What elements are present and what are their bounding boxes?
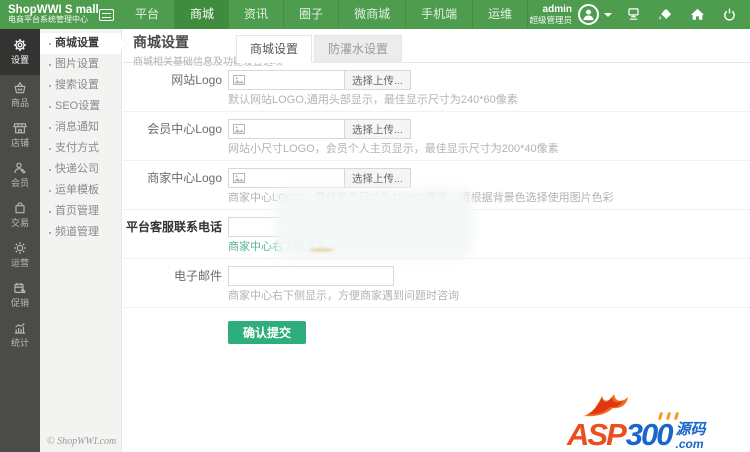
top-nav: 平台商城资讯圈子微商城手机端运维: [120, 0, 528, 29]
submenu-item-3[interactable]: 搜索设置: [40, 75, 121, 96]
user-area: admin 超级管理员: [529, 4, 750, 25]
image-placeholder-icon: [233, 173, 245, 183]
workstation-icon[interactable]: [626, 7, 641, 22]
submenu-item-6[interactable]: 支付方式: [40, 138, 121, 159]
email-input[interactable]: [228, 266, 394, 286]
member-center-logo-input[interactable]: [228, 119, 345, 139]
submenu-item-2[interactable]: 图片设置: [40, 54, 121, 75]
nav-item-5[interactable]: 微商城: [339, 0, 406, 29]
nav-item-2[interactable]: 商城: [175, 0, 229, 29]
brand-subtitle: 电商平台系统管理中心: [8, 16, 97, 24]
submenu-item-5[interactable]: 消息通知: [40, 117, 121, 138]
member-icon: [13, 161, 27, 175]
field-help: 网站小尺寸LOGO，会员个人主页显示，最佳显示尺寸为200*40像素: [228, 143, 559, 156]
form-row-member-center-logo: 会员中心Logo 选择上传... 网站小尺寸LOGO，会员个人主页显示，最佳显示尺寸…: [123, 112, 750, 161]
sidebar-item-promotion[interactable]: 促销: [0, 275, 40, 315]
submenu-list: 商城设置图片设置搜索设置SEO设置消息通知支付方式快递公司运单模板首页管理频道管…: [40, 29, 121, 243]
tab-mall-settings[interactable]: 商城设置: [236, 35, 312, 63]
gear-icon: [13, 38, 27, 52]
submenu-item-9[interactable]: 首页管理: [40, 201, 121, 222]
nav-item-6[interactable]: 手机端: [406, 0, 473, 29]
nav-item-4[interactable]: 圈子: [284, 0, 339, 29]
submenu-panel: 商城设置图片设置搜索设置SEO设置消息通知支付方式快递公司运单模板首页管理频道管…: [40, 29, 122, 452]
home-icon[interactable]: [690, 7, 705, 22]
operate-icon: [13, 241, 27, 255]
user-text: admin 超级管理员: [529, 4, 572, 25]
topbar-icon-group: [626, 7, 737, 22]
topbar: ShopWWI S mall 电商平台系统管理中心 平台商城资讯圈子微商城手机端…: [0, 0, 750, 29]
user-name: admin: [529, 4, 572, 15]
submit-button[interactable]: 确认提交: [228, 321, 306, 344]
sidebar-item-store[interactable]: 店铺: [0, 115, 40, 155]
sidebar-item-label: 店铺: [11, 136, 29, 149]
stats-icon: [13, 321, 27, 335]
content-header: 商城设置 商城相关基础信息及功能设置选项 商城设置 防灌水设置: [123, 29, 750, 63]
settings-form: 网站Logo 选择上传... 默认网站LOGO,通用头部显示，最佳显示尺寸为240*…: [123, 63, 750, 308]
form-row-service-phone: 平台客服联系电话商家中心右下侧显示: [123, 210, 750, 259]
submit-row: 确认提交: [123, 308, 750, 344]
site-logo-input[interactable]: [228, 70, 345, 90]
field-label: 平台客服联系电话: [123, 217, 222, 254]
sidebar-item-label: 促销: [11, 296, 29, 309]
seller-center-logo-upload-button[interactable]: 选择上传...: [345, 168, 411, 188]
nav-item-3[interactable]: 资讯: [229, 0, 284, 29]
sidebar-item-label: 统计: [11, 336, 29, 349]
promotion-icon: [13, 281, 27, 295]
goods-icon: [13, 81, 27, 95]
store-icon: [13, 121, 27, 135]
form-row-email: 电子邮件商家中心右下侧显示，方便商家遇到问题时咨询: [123, 259, 750, 308]
chevron-down-icon: [604, 13, 612, 21]
sidebar-item-label: 交易: [11, 216, 29, 229]
service-phone-input[interactable]: [228, 217, 394, 237]
page-title: 商城设置: [133, 29, 750, 52]
paint-bucket-icon[interactable]: [658, 7, 673, 22]
main-content: 商城设置 商城相关基础信息及功能设置选项 商城设置 防灌水设置 网站Logo 选择…: [123, 29, 750, 452]
tab-antiflood-settings[interactable]: 防灌水设置: [314, 35, 402, 63]
field-label: 网站Logo: [123, 70, 222, 107]
sidebar-item-label: 商品: [11, 96, 29, 109]
nav-item-1[interactable]: 平台: [120, 0, 175, 29]
submenu-item-8[interactable]: 运单模板: [40, 180, 121, 201]
sidebar-item-trade[interactable]: 交易: [0, 195, 40, 235]
page-subtitle: 商城相关基础信息及功能设置选项: [133, 53, 750, 68]
admin-window: ShopWWI S mall 电商平台系统管理中心 平台商城资讯圈子微商城手机端…: [0, 0, 750, 452]
sidebar-item-label: 设置: [11, 53, 29, 66]
nav-item-7[interactable]: 运维: [473, 0, 528, 29]
member-center-logo-upload-button[interactable]: 选择上传...: [345, 119, 411, 139]
user-role: 超级管理员: [529, 15, 572, 25]
field-help: 默认网站LOGO,通用头部显示，最佳显示尺寸为240*60像素: [228, 94, 518, 107]
field-help: 商家中心右下侧显示，方便商家遇到问题时咨询: [228, 290, 459, 303]
sidebar-item-stats[interactable]: 统计: [0, 315, 40, 355]
sidebar: 设置商品店铺会员交易运营促销统计: [0, 29, 40, 452]
menu-toggle-icon[interactable]: [99, 9, 114, 21]
copyright-text: © ShopWWI.com: [47, 436, 116, 447]
submenu-item-10[interactable]: 频道管理: [40, 222, 121, 243]
site-logo-upload-button[interactable]: 选择上传...: [345, 70, 411, 90]
field-label: 商家中心Logo: [123, 168, 222, 205]
brand-logo[interactable]: ShopWWI S mall 电商平台系统管理中心: [0, 4, 97, 24]
image-placeholder-icon: [233, 124, 245, 134]
submenu-item-7[interactable]: 快递公司: [40, 159, 121, 180]
image-placeholder-icon: [233, 75, 245, 85]
field-label: 电子邮件: [123, 266, 222, 303]
form-row-site-logo: 网站Logo 选择上传... 默认网站LOGO,通用头部显示，最佳显示尺寸为240*…: [123, 63, 750, 112]
field-help: 商家中心LOGO，最佳显示尺寸为150*40像素，请根据背景色选择使用图片色彩: [228, 192, 614, 205]
power-icon[interactable]: [722, 7, 737, 22]
submenu-item-1[interactable]: 商城设置: [40, 33, 121, 54]
sidebar-item-label: 会员: [11, 176, 29, 189]
sidebar-item-gear[interactable]: 设置: [0, 29, 40, 75]
seller-center-logo-input[interactable]: [228, 168, 345, 188]
user-menu[interactable]: admin 超级管理员: [529, 4, 618, 25]
sidebar-item-member[interactable]: 会员: [0, 155, 40, 195]
submenu-item-4[interactable]: SEO设置: [40, 96, 121, 117]
field-help: 商家中心右下侧显示: [228, 241, 394, 254]
tabs: 商城设置 防灌水设置: [236, 35, 404, 63]
trade-icon: [13, 201, 27, 215]
avatar: [578, 4, 599, 25]
field-label: 会员中心Logo: [123, 119, 222, 156]
sidebar-item-goods[interactable]: 商品: [0, 75, 40, 115]
sidebar-item-label: 运营: [11, 256, 29, 269]
form-row-seller-center-logo: 商家中心Logo 选择上传... 商家中心LOGO，最佳显示尺寸为150*40像素，…: [123, 161, 750, 210]
sidebar-item-operate[interactable]: 运营: [0, 235, 40, 275]
